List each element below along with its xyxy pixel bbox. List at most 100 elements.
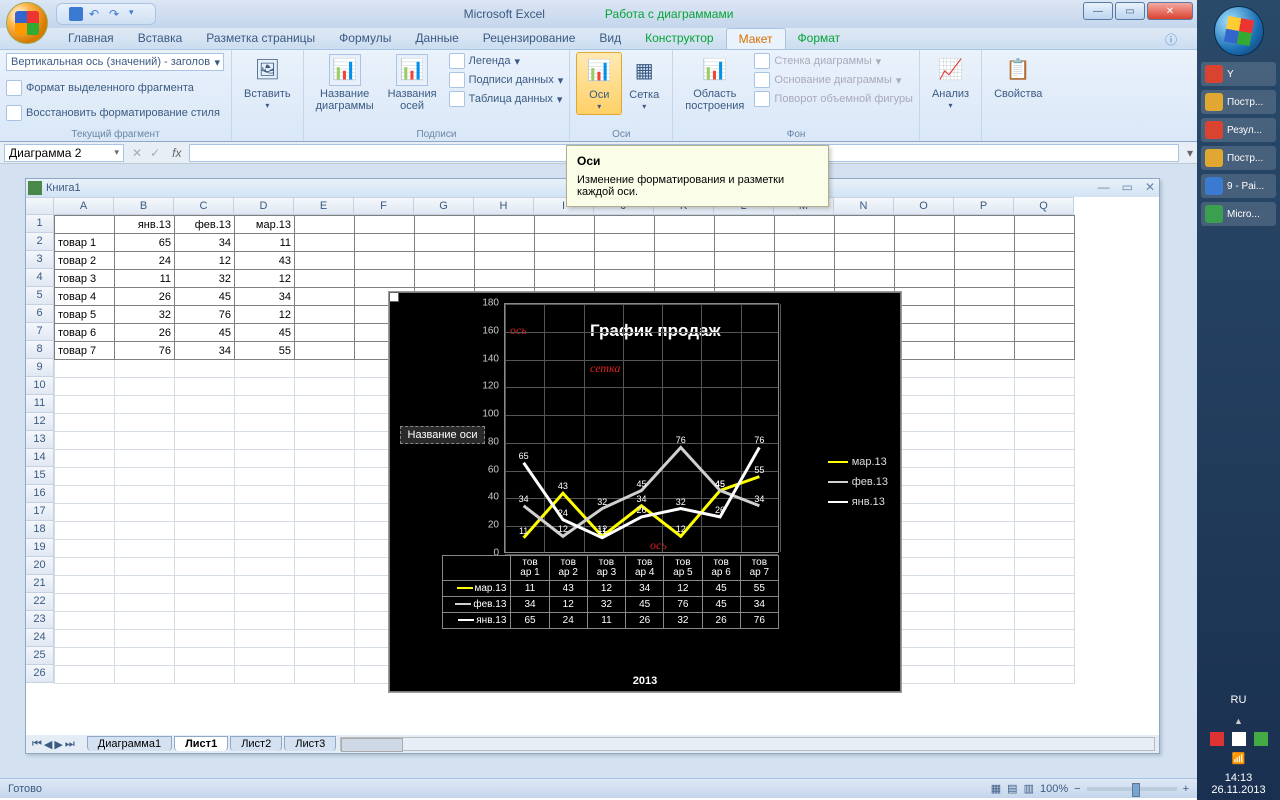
chart-object[interactable]: График продаж Название оси ось сетка ось… <box>389 292 901 692</box>
row-header[interactable]: 13 <box>26 431 54 449</box>
taskbar-item[interactable]: Y <box>1201 62 1276 86</box>
clock-time[interactable]: 14:13 <box>1197 772 1280 784</box>
data-labels-button[interactable]: Подписи данных <box>469 74 554 86</box>
clock-date[interactable]: 26.11.2013 <box>1197 784 1280 796</box>
system-tray[interactable]: RU ▲ 📶 14:13 26.11.2013 <box>1197 694 1280 796</box>
zoom-value[interactable]: 100% <box>1040 783 1068 795</box>
tab-home[interactable]: Главная <box>56 28 126 49</box>
sheet-tab[interactable]: Лист1 <box>174 736 228 751</box>
tab-page-layout[interactable]: Разметка страницы <box>194 28 327 49</box>
col-header[interactable]: B <box>114 197 174 215</box>
wb-close-button[interactable]: ✕ <box>1145 180 1155 194</box>
help-icon[interactable]: ⓘ <box>1153 28 1189 49</box>
row-header[interactable]: 14 <box>26 449 54 467</box>
properties-button[interactable]: 📋Свойства <box>988 52 1048 102</box>
wb-minimize-button[interactable]: — <box>1098 180 1110 194</box>
col-header[interactable]: O <box>894 197 954 215</box>
minimize-button[interactable]: — <box>1083 2 1113 20</box>
view-layout-icon[interactable]: ▤ <box>1007 782 1017 795</box>
view-pagebreak-icon[interactable]: ▥ <box>1024 782 1034 795</box>
prev-sheet-button[interactable]: ◀ <box>44 738 52 751</box>
undo-icon[interactable]: ↶ <box>89 7 103 21</box>
row-header[interactable]: 2 <box>26 233 54 251</box>
row-header[interactable]: 11 <box>26 395 54 413</box>
col-header[interactable]: E <box>294 197 354 215</box>
row-header[interactable]: 10 <box>26 377 54 395</box>
wb-maximize-button[interactable]: ▭ <box>1122 180 1133 194</box>
col-header[interactable]: D <box>234 197 294 215</box>
taskbar-item[interactable]: Резул... <box>1201 118 1276 142</box>
last-sheet-button[interactable]: ⏭ <box>65 738 75 751</box>
worksheet-grid[interactable]: ABCDEFGHIJKLMNOPQ 1234567891011121314151… <box>26 197 1159 737</box>
row-header[interactable]: 24 <box>26 629 54 647</box>
row-header[interactable]: 3 <box>26 251 54 269</box>
row-header[interactable]: 7 <box>26 323 54 341</box>
row-header[interactable]: 6 <box>26 305 54 323</box>
quick-access-toolbar[interactable]: ↶ ↷ ▾ <box>56 3 156 25</box>
sheet-tab[interactable]: Лист3 <box>284 736 336 751</box>
data-table-button[interactable]: Таблица данных <box>469 93 553 105</box>
x-axis-title[interactable]: 2013 <box>390 675 900 687</box>
col-header[interactable]: N <box>834 197 894 215</box>
zoom-in-button[interactable]: + <box>1183 783 1189 795</box>
expand-fbar-icon[interactable]: ▾ <box>1183 146 1197 160</box>
row-header[interactable]: 26 <box>26 665 54 683</box>
chart-title-button[interactable]: 📊Название диаграммы <box>310 52 380 114</box>
row-header[interactable]: 5 <box>26 287 54 305</box>
row-header[interactable]: 19 <box>26 539 54 557</box>
legend-button[interactable]: Легенда <box>469 55 511 67</box>
taskbar-item[interactable]: Micro... <box>1201 202 1276 226</box>
taskbar-item[interactable]: Постр... <box>1201 146 1276 170</box>
taskbar-item[interactable]: Постр... <box>1201 90 1276 114</box>
tab-insert[interactable]: Вставка <box>126 28 195 49</box>
row-header[interactable]: 22 <box>26 593 54 611</box>
insert-button[interactable]: 🖼Вставить▾ <box>238 52 297 113</box>
tab-data[interactable]: Данные <box>403 28 470 49</box>
network-icon[interactable]: 📶 <box>1232 752 1246 766</box>
tab-layout[interactable]: Макет <box>726 28 786 49</box>
col-header[interactable]: G <box>414 197 474 215</box>
col-header[interactable]: C <box>174 197 234 215</box>
row-header[interactable]: 9 <box>26 359 54 377</box>
row-header[interactable]: 23 <box>26 611 54 629</box>
row-header[interactable]: 16 <box>26 485 54 503</box>
zoom-out-button[interactable]: − <box>1074 783 1080 795</box>
tab-view[interactable]: Вид <box>587 28 633 49</box>
volume-icon[interactable] <box>1232 732 1246 746</box>
redo-icon[interactable]: ↷ <box>109 7 123 21</box>
start-button[interactable] <box>1214 6 1264 56</box>
horizontal-scrollbar[interactable] <box>340 737 1155 751</box>
gridlines-button[interactable]: ▦Сетка▾ <box>622 52 666 115</box>
save-icon[interactable] <box>69 7 83 21</box>
row-header[interactable]: 20 <box>26 557 54 575</box>
qat-dropdown-icon[interactable]: ▾ <box>129 7 143 21</box>
row-header[interactable]: 21 <box>26 575 54 593</box>
next-sheet-button[interactable]: ▶ <box>54 738 62 751</box>
cancel-icon[interactable]: ✕ <box>132 146 142 160</box>
row-header[interactable]: 17 <box>26 503 54 521</box>
select-all-button[interactable] <box>26 197 54 215</box>
row-header[interactable]: 12 <box>26 413 54 431</box>
col-header[interactable]: A <box>54 197 114 215</box>
language-indicator[interactable]: RU <box>1197 694 1280 706</box>
power-icon[interactable] <box>1254 732 1268 746</box>
row-header[interactable]: 25 <box>26 647 54 665</box>
plot-area-button[interactable]: 📊Область построения <box>679 52 750 114</box>
office-button[interactable] <box>6 2 48 44</box>
col-header[interactable]: P <box>954 197 1014 215</box>
chart-legend[interactable]: мар.13фев.13янв.13 <box>828 453 888 512</box>
fx-icon[interactable]: fx <box>172 146 181 160</box>
col-header[interactable]: H <box>474 197 534 215</box>
flag-icon[interactable] <box>1210 732 1224 746</box>
view-normal-icon[interactable]: ▦ <box>991 782 1001 795</box>
chart-element-combo[interactable]: Вертикальная ось (значений) - заголов <box>6 53 224 71</box>
taskbar-item[interactable]: 9 - Pai... <box>1201 174 1276 198</box>
sheet-tab[interactable]: Лист2 <box>230 736 282 751</box>
axis-titles-button[interactable]: 📊Названия осей <box>382 52 443 114</box>
axes-button[interactable]: 📊Оси▾ <box>576 52 622 115</box>
row-header[interactable]: 1 <box>26 215 54 233</box>
tab-formulas[interactable]: Формулы <box>327 28 403 49</box>
maximize-button[interactable]: ▭ <box>1115 2 1145 20</box>
format-selection-button[interactable]: Формат выделенного фрагмента <box>26 82 194 94</box>
plot-area[interactable]: 020406080100120140160180 114312341245553… <box>504 303 779 553</box>
